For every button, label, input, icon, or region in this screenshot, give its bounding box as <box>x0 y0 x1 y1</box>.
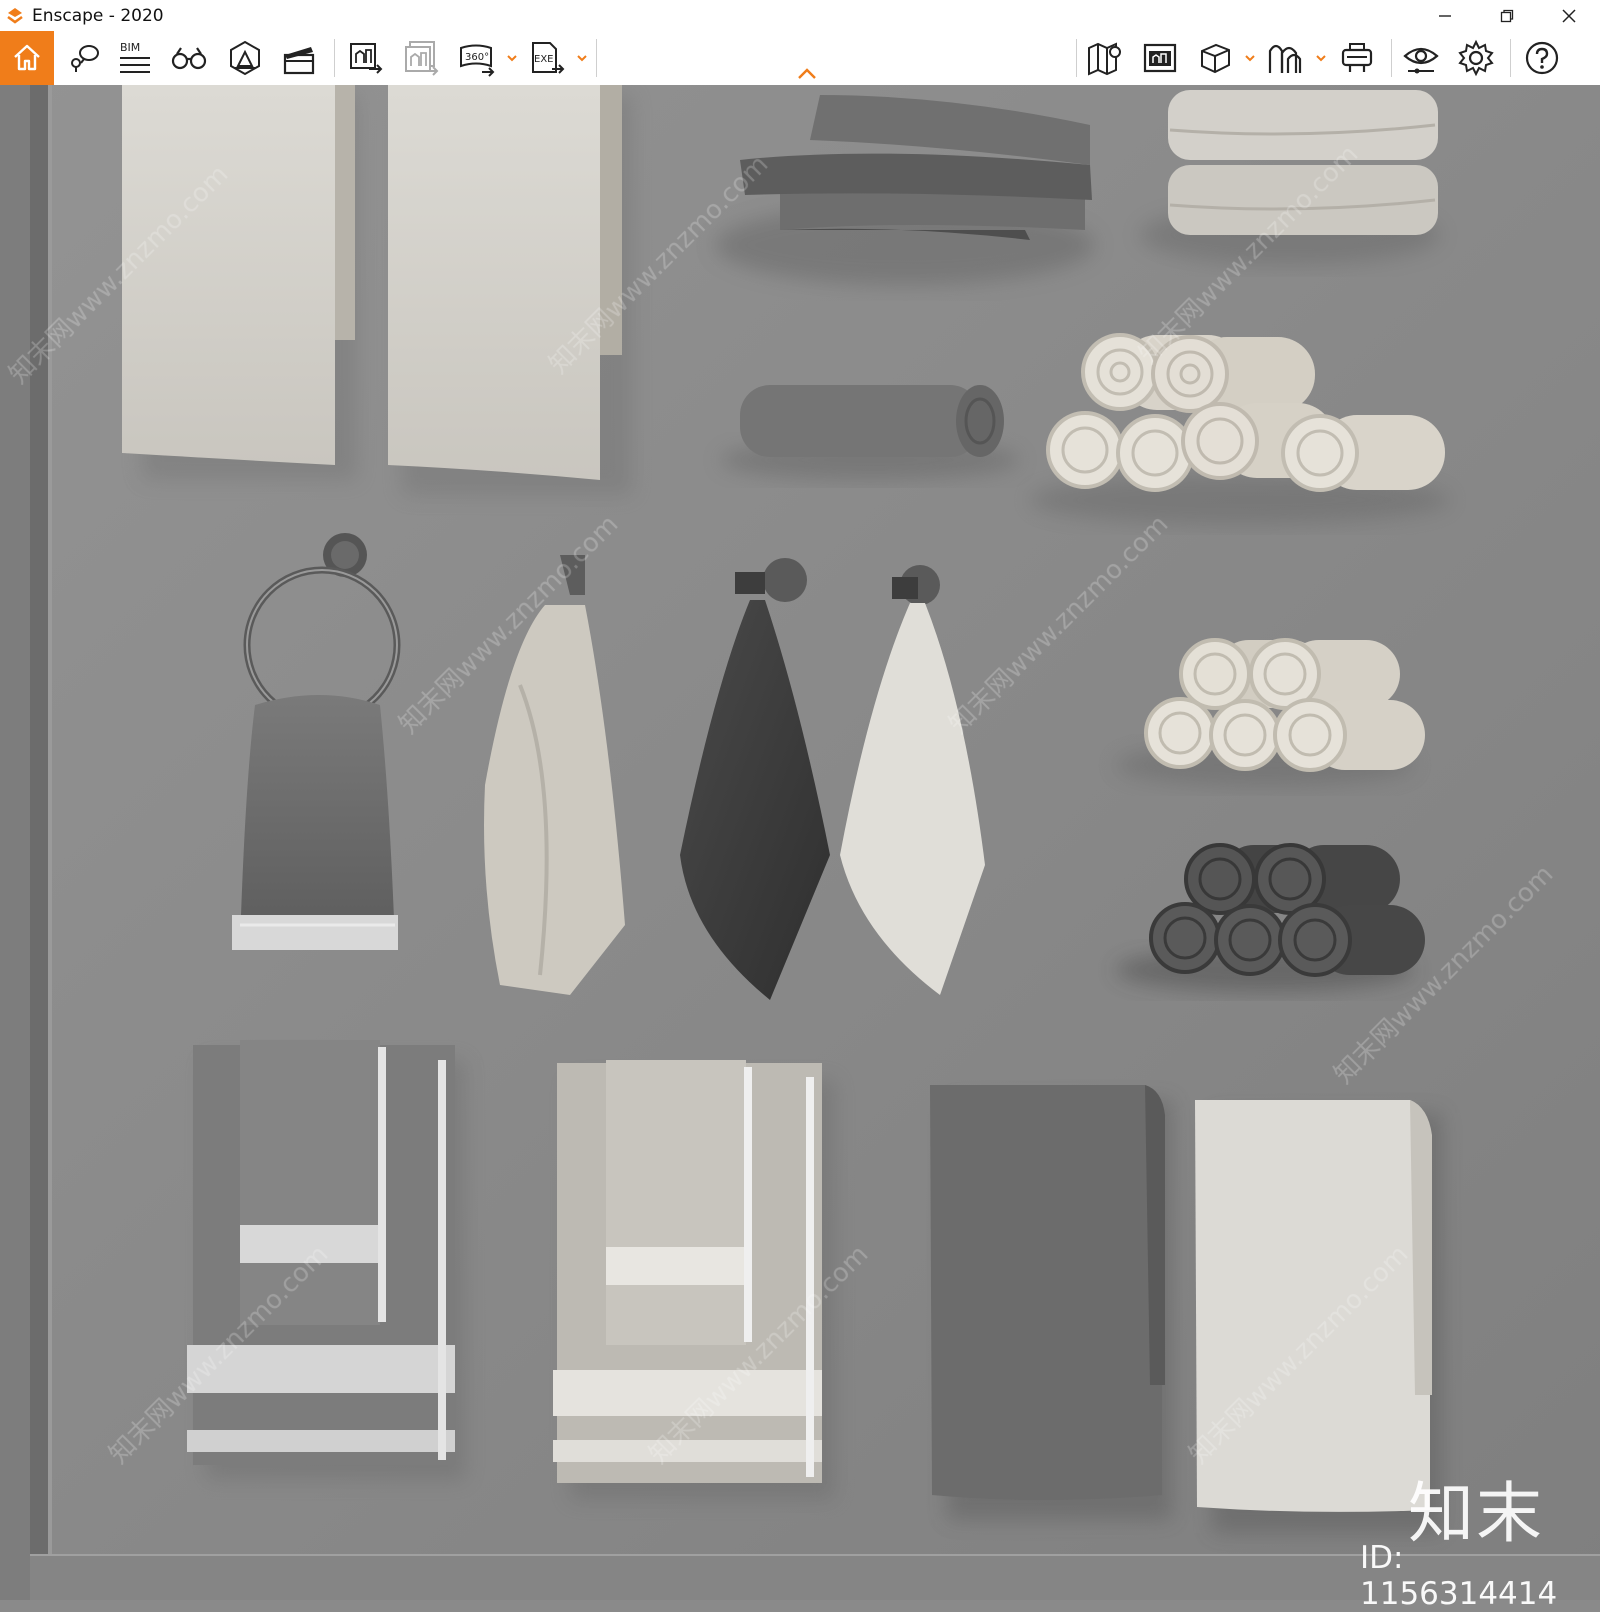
minimap-icon <box>1088 42 1121 76</box>
help-icon <box>1525 41 1559 75</box>
section-box-button[interactable] <box>1192 35 1238 81</box>
chevron-down-icon[interactable] <box>1243 51 1257 65</box>
enscape-logo-icon <box>7 7 23 24</box>
settings-button[interactable] <box>1453 35 1499 81</box>
render-viewport[interactable]: 知末网www.znzmo.com 知末网www.znzmo.com 知末网www… <box>0 85 1600 1600</box>
restore-icon <box>1500 9 1514 22</box>
toolbar-separator <box>1076 39 1077 77</box>
asset-library-icon <box>1143 43 1177 73</box>
visual-settings-icon <box>1403 47 1439 74</box>
title-bar: Enscape - 2020 <box>0 0 1600 31</box>
rolled-towel-dark-horizontal <box>720 385 1020 480</box>
hanging-towel-light-1 <box>122 85 357 480</box>
map-pin-view-icon <box>71 45 99 72</box>
material-editor-icon <box>1268 44 1302 73</box>
close-icon <box>1562 8 1576 23</box>
bim-label: BIM <box>120 41 140 54</box>
draped-towel-dark-grey <box>930 1085 1172 1520</box>
home-button[interactable] <box>0 31 54 85</box>
chevron-down-icon[interactable] <box>1314 51 1328 65</box>
vr-headset-icon <box>1341 43 1373 72</box>
export-exe-label: EXE <box>534 54 554 65</box>
bim-icon: BIM <box>120 41 150 73</box>
chevron-down-icon[interactable] <box>505 51 519 65</box>
restore-button[interactable] <box>1476 0 1538 31</box>
video-editor-button[interactable] <box>276 35 322 81</box>
atmosphere-button[interactable] <box>222 35 268 81</box>
window-title: Enscape - 2020 <box>32 5 164 26</box>
toolbar-separator <box>334 39 335 77</box>
chevron-up-icon[interactable] <box>795 65 819 83</box>
toolbar-separator <box>596 39 597 77</box>
section-box-icon <box>1201 43 1230 74</box>
toolbar-separator <box>1391 39 1392 77</box>
hanging-towel-light-2 <box>388 85 632 495</box>
atmosphere-icon <box>230 40 260 76</box>
bim-button[interactable]: BIM <box>112 35 158 81</box>
panorama-button[interactable]: 360° <box>454 35 500 81</box>
views-button[interactable] <box>60 35 106 81</box>
batch-render-button[interactable] <box>398 35 444 81</box>
vr-headset-button[interactable] <box>1334 35 1380 81</box>
folded-towel-stack-light <box>1140 90 1440 265</box>
close-button[interactable] <box>1538 0 1600 31</box>
toolbar-separator <box>1510 39 1511 77</box>
walk-mode-button[interactable] <box>166 35 212 81</box>
watermark-id: ID: 1156314414 <box>1360 1540 1558 1612</box>
minimize-icon <box>1439 14 1451 17</box>
material-editor-button[interactable] <box>1262 35 1308 81</box>
window-controls <box>1414 0 1600 31</box>
export-exe-icon: EXE <box>532 42 565 74</box>
towel-scene: 知末网www.znzmo.com 知末网www.znzmo.com 知末网www… <box>0 85 1600 1600</box>
export-exe-button[interactable]: EXE <box>524 35 570 81</box>
panorama-label: 360° <box>465 52 489 63</box>
render-image-icon <box>350 43 383 74</box>
batch-render-icon <box>405 41 439 76</box>
minimize-button[interactable] <box>1414 0 1476 31</box>
video-editor-icon <box>283 47 315 75</box>
chevron-down-icon[interactable] <box>575 51 589 65</box>
home-icon <box>14 44 40 71</box>
enscape-toolbar: BIM 360° EXE <box>0 31 1600 86</box>
render-image-button[interactable] <box>343 35 389 81</box>
asset-library-button[interactable] <box>1137 35 1183 81</box>
visual-settings-button[interactable] <box>1398 35 1444 81</box>
wall-trim <box>0 85 30 1600</box>
minimap-button[interactable] <box>1082 35 1128 81</box>
binoculars-icon <box>171 47 207 70</box>
panorama-360-icon: 360° <box>460 44 495 77</box>
settings-gear-icon <box>1458 39 1494 77</box>
help-button[interactable] <box>1519 35 1565 81</box>
